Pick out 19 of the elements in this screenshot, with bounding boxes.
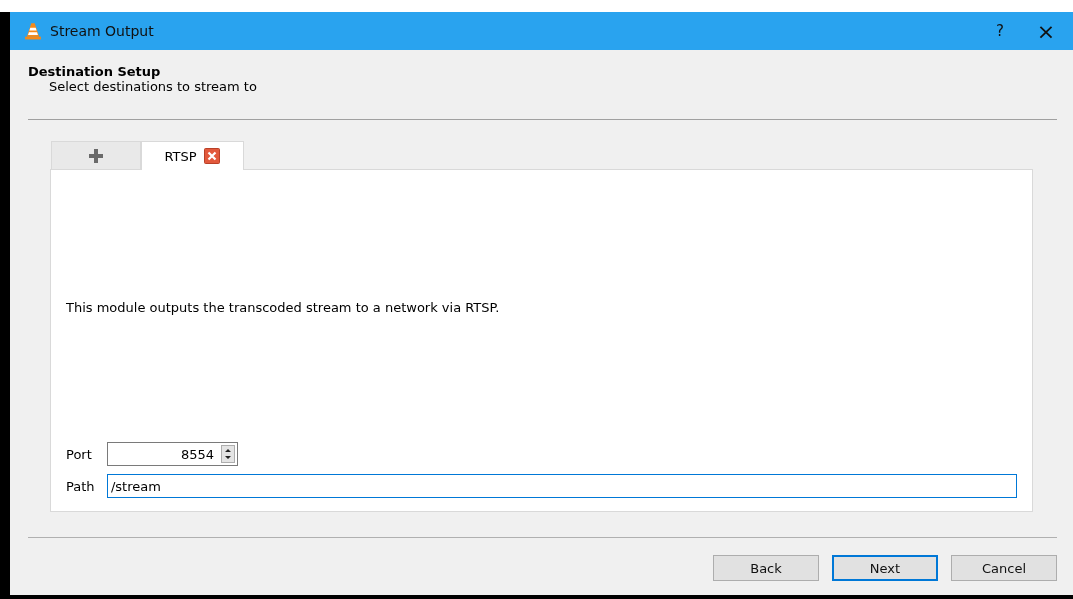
port-spinbox[interactable]: 8554 bbox=[107, 442, 238, 466]
close-tab-icon[interactable] bbox=[202, 148, 221, 164]
traffic-cone-icon bbox=[24, 22, 42, 40]
spin-arrows-icon[interactable] bbox=[221, 445, 235, 463]
dialog-button[interactable]: Next bbox=[832, 555, 938, 581]
help-button[interactable]: ? bbox=[977, 12, 1023, 50]
field-label: Port bbox=[66, 446, 93, 462]
close-button[interactable]: × bbox=[1023, 12, 1069, 50]
plus-icon bbox=[89, 148, 103, 163]
field-label: Path bbox=[66, 478, 96, 494]
dialog-button[interactable]: Cancel bbox=[951, 555, 1057, 581]
page-title: Destination Setup bbox=[28, 64, 162, 79]
add-tab[interactable] bbox=[51, 141, 141, 169]
tab[interactable]: RTSP bbox=[141, 141, 244, 170]
page-subtitle: Select destinations to stream to bbox=[48, 79, 258, 94]
module-description: This module outputs the transcoded stream to a network via RTSP. bbox=[66, 300, 501, 315]
window-title: Stream Output bbox=[50, 23, 154, 39]
dialog-button[interactable]: Back bbox=[713, 555, 819, 581]
path-field[interactable]: /stream bbox=[106, 474, 1017, 498]
